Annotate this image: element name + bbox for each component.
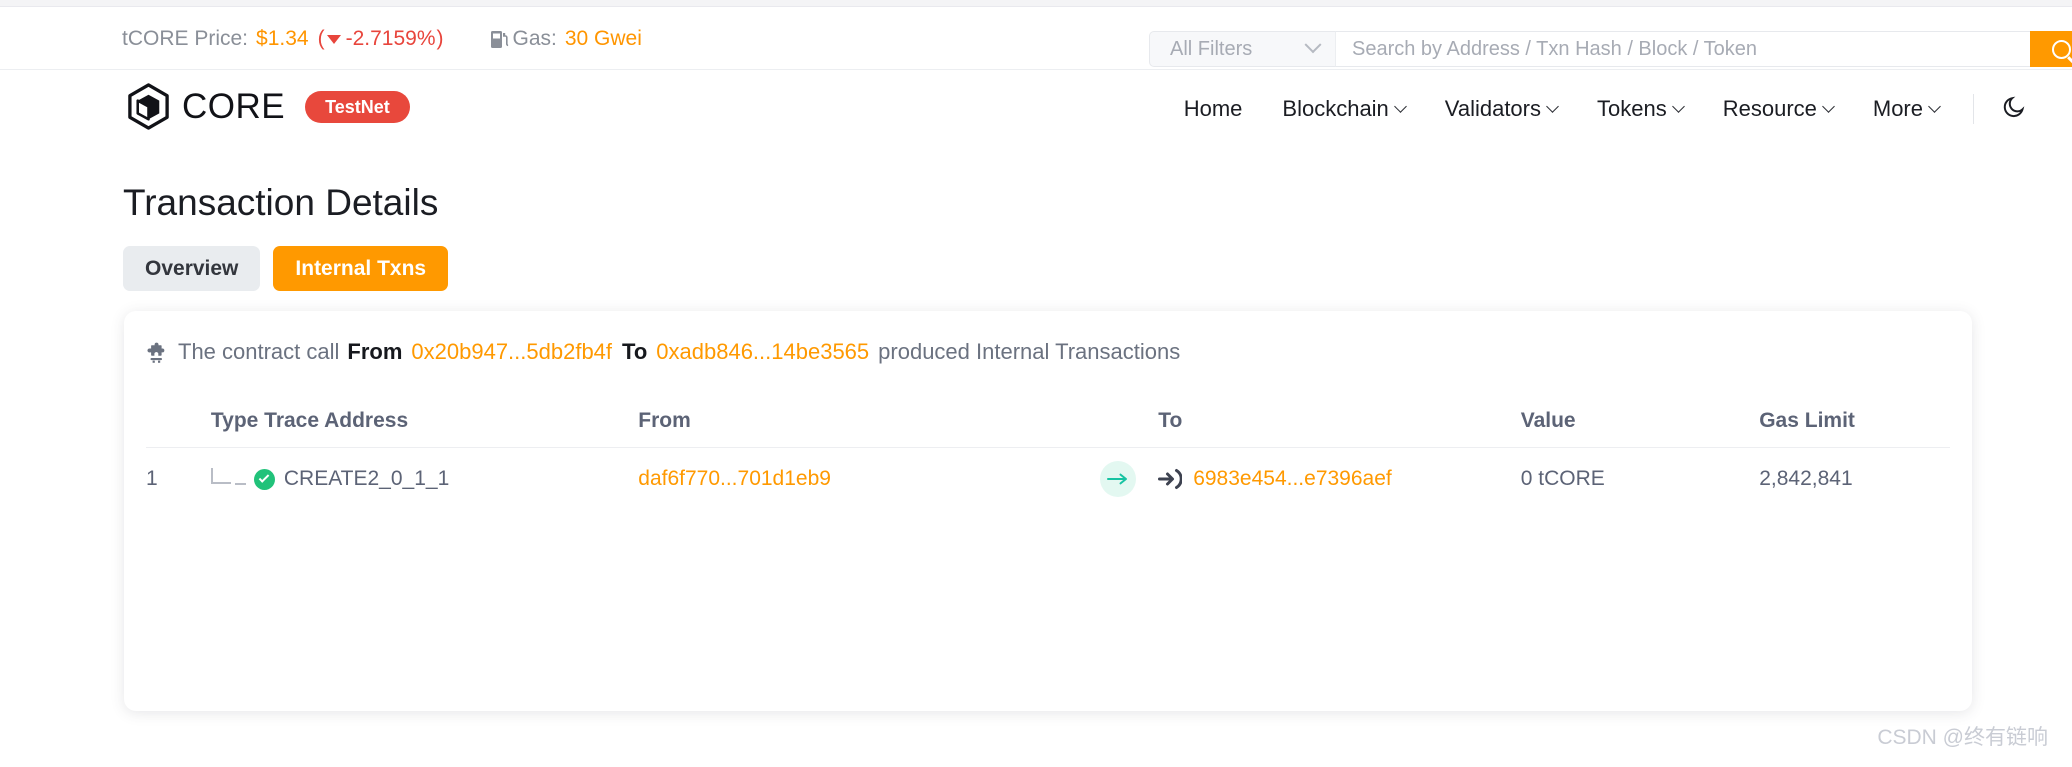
search-button[interactable] — [2030, 31, 2072, 67]
col-header-from: From — [638, 409, 691, 432]
col-header-gas-limit: Gas Limit — [1759, 409, 1855, 432]
gas-label: Gas: — [512, 27, 557, 50]
check-circle-icon — [253, 468, 275, 490]
tab-overview[interactable]: Overview — [123, 246, 261, 291]
price-ticker-bar: tCORE Price: $1.34 ( -2.7159% ) Gas: 30 … — [0, 8, 2072, 70]
tree-branch-icon — [210, 468, 231, 484]
row-direction-cell — [1077, 461, 1158, 497]
page-title: Transaction Details — [123, 182, 439, 223]
nav-item-validators[interactable]: Validators — [1425, 96, 1577, 122]
network-badge: TestNet — [305, 90, 410, 123]
to-address-link[interactable]: 0xadb846...14be3565 — [656, 339, 869, 365]
gas-group: Gas: 30 Gwei — [490, 27, 642, 51]
col-header-to: To — [1158, 409, 1183, 432]
search-input[interactable] — [1335, 31, 2030, 67]
nav-menu: Home Blockchain Validators Tokens Resour… — [1164, 71, 2042, 146]
contract-call-lead-text: The contract call — [178, 339, 340, 364]
moon-icon — [2002, 93, 2028, 124]
table-row: 1 CREATE2_0_1_1 daf6f770...701d1eb9 6983… — [146, 448, 1950, 510]
all-filters-dropdown[interactable]: All Filters — [1149, 31, 1335, 67]
contract-call-summary: The contract call From 0x20b947...5db2fb… — [146, 339, 1180, 365]
tab-label: Overview — [145, 257, 239, 280]
nav-label: More — [1872, 95, 1923, 121]
row-index: 1 — [146, 467, 158, 490]
row-from-address-link[interactable]: daf6f770...701d1eb9 — [638, 467, 831, 490]
ticker-group: tCORE Price: $1.34 ( -2.7159% ) Gas: 30 … — [122, 8, 642, 70]
nav-label: Tokens — [1597, 95, 1667, 121]
contract-call-trailing-text: produced Internal Transactions — [878, 339, 1181, 364]
paren-open: ( — [317, 27, 325, 50]
arrow-right-icon — [1099, 461, 1136, 497]
tree-branch-underscore-icon — [234, 482, 246, 486]
nav-label: Blockchain — [1282, 95, 1389, 121]
col-header-type-trace-address: Type Trace Address — [210, 409, 409, 432]
chevron-down-icon — [1393, 99, 1407, 113]
tab-bar: Overview Internal Txns — [123, 246, 449, 291]
sign-in-icon — [1158, 468, 1183, 490]
puzzle-piece-icon — [146, 342, 168, 364]
nav-item-blockchain[interactable]: Blockchain — [1262, 96, 1424, 122]
from-address-link[interactable]: 0x20b947...5db2fb4f — [411, 339, 612, 365]
all-filters-label: All Filters — [1170, 37, 1253, 60]
nav-divider — [1973, 93, 1974, 124]
page-root: tCORE Price: $1.34 ( -2.7159% ) Gas: 30 … — [0, 0, 2072, 767]
price-value: $1.34 — [256, 27, 309, 50]
chevron-down-icon — [1822, 99, 1835, 113]
internal-transactions-table: Type Trace Address From To Value Gas Lim… — [146, 395, 1950, 510]
caret-down-icon — [326, 34, 341, 44]
search-bar: All Filters — [1149, 31, 2072, 67]
table-header-row: Type Trace Address From To Value Gas Lim… — [146, 395, 1950, 447]
row-type-trace-address: CREATE2_0_1_1 — [283, 467, 450, 490]
gas-value: 30 Gwei — [564, 27, 642, 50]
paren-close: ) — [436, 27, 444, 50]
gas-pump-icon — [490, 29, 509, 50]
row-to-address-link[interactable]: 6983e454...e7396aef — [1193, 467, 1392, 491]
price-change-percent: -2.7159% — [345, 27, 436, 50]
chevron-down-icon — [1671, 99, 1685, 113]
nav-label: Resource — [1722, 95, 1817, 121]
top-strip — [0, 0, 2072, 7]
nav-label: Home — [1183, 95, 1243, 121]
chevron-down-icon — [1304, 36, 1322, 54]
theme-toggle-button[interactable] — [1988, 93, 2042, 124]
core-hexagon-logo-icon — [125, 83, 172, 130]
main-navigation: CORE TestNet Home Blockchain Validators … — [0, 71, 2072, 146]
row-value: 0 tCORE — [1520, 467, 1605, 490]
chevron-down-icon — [1546, 99, 1559, 113]
row-gas-limit: 2,842,841 — [1759, 467, 1853, 490]
tab-label: Internal Txns — [295, 257, 427, 280]
row-from-cell: daf6f770...701d1eb9 — [638, 467, 1077, 491]
nav-label: Validators — [1444, 95, 1541, 121]
row-type-trace-address-cell: CREATE2_0_1_1 — [210, 467, 638, 491]
logo-text: CORE — [182, 86, 286, 126]
from-label: From — [347, 339, 403, 364]
nav-item-home[interactable]: Home — [1164, 96, 1263, 122]
to-label: To — [622, 339, 648, 364]
nav-item-more[interactable]: More — [1853, 96, 1959, 122]
col-header-value: Value — [1520, 409, 1576, 432]
logo-group[interactable]: CORE TestNet — [125, 83, 410, 130]
nav-item-tokens[interactable]: Tokens — [1577, 96, 1703, 122]
tab-internal-txns[interactable]: Internal Txns — [273, 246, 449, 291]
watermark: CSDN @终有链响 — [1877, 726, 2048, 749]
search-icon — [2052, 39, 2071, 59]
nav-item-resource[interactable]: Resource — [1703, 96, 1853, 122]
price-label: tCORE Price: — [122, 27, 249, 50]
internal-transactions-card: The contract call From 0x20b947...5db2fb… — [124, 311, 1972, 711]
chevron-down-icon — [1928, 99, 1941, 113]
row-to-cell: 6983e454...e7396aef — [1158, 467, 1521, 491]
